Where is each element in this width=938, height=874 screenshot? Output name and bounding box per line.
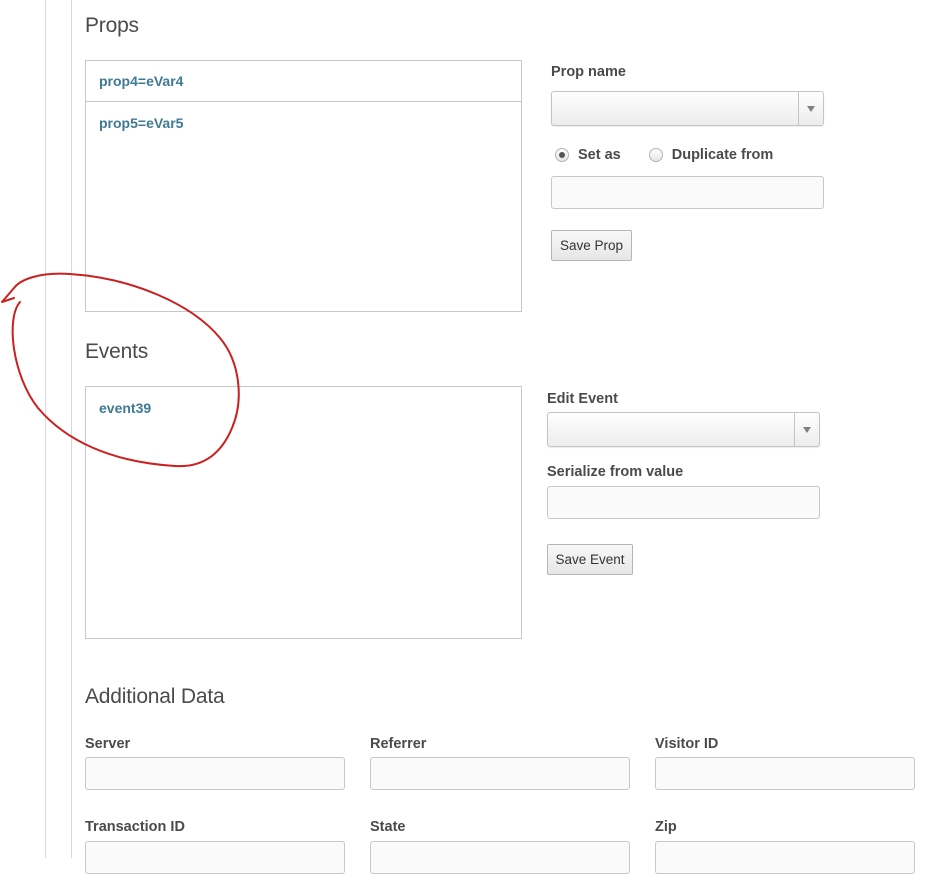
referrer-label: Referrer bbox=[370, 736, 427, 752]
radio-set-as-label: Set as bbox=[578, 147, 621, 163]
chevron-down-icon[interactable] bbox=[794, 413, 819, 446]
radio-duplicate-from-label: Duplicate from bbox=[671, 147, 774, 163]
save-event-button[interactable]: Save Event bbox=[547, 544, 633, 575]
list-item[interactable]: event39 bbox=[86, 387, 521, 429]
zip-label: Zip bbox=[655, 819, 677, 835]
chevron-down-icon[interactable] bbox=[798, 92, 823, 125]
prop-name-label: Prop name bbox=[551, 64, 626, 80]
server-label: Server bbox=[85, 736, 131, 752]
state-label: State bbox=[370, 819, 406, 835]
prop-mode-radio-group: Set as Duplicate from bbox=[555, 147, 773, 163]
edit-event-label: Edit Event bbox=[547, 391, 618, 407]
referrer-input[interactable] bbox=[370, 757, 630, 790]
radio-set-as[interactable]: Set as bbox=[555, 147, 621, 163]
radio-duplicate-from-control[interactable] bbox=[648, 148, 663, 162]
serialize-label: Serialize from value bbox=[547, 464, 684, 480]
radio-set-as-control[interactable] bbox=[555, 148, 569, 162]
list-item[interactable]: prop5=eVar5 bbox=[86, 102, 521, 144]
additional-data-title: Additional Data bbox=[85, 685, 225, 708]
serialize-input[interactable] bbox=[547, 486, 820, 519]
visitor-id-label: Visitor ID bbox=[655, 736, 719, 752]
content-guide-line bbox=[71, 0, 72, 858]
save-prop-button[interactable]: Save Prop bbox=[551, 230, 632, 261]
events-list[interactable]: event39 bbox=[85, 386, 522, 639]
transaction-id-label: Transaction ID bbox=[85, 819, 185, 835]
props-list[interactable]: prop4=eVar4 prop5=eVar5 bbox=[85, 60, 522, 312]
prop-name-select[interactable] bbox=[551, 91, 824, 126]
props-title: Props bbox=[85, 14, 139, 37]
visitor-id-input[interactable] bbox=[655, 757, 915, 790]
server-input[interactable] bbox=[85, 757, 345, 790]
events-title: Events bbox=[85, 340, 148, 363]
list-item[interactable]: prop4=eVar4 bbox=[86, 61, 521, 102]
prop-value-input[interactable] bbox=[551, 176, 824, 209]
left-guide-line bbox=[45, 0, 46, 858]
edit-event-select[interactable] bbox=[547, 412, 820, 447]
radio-duplicate-from[interactable]: Duplicate from bbox=[648, 147, 774, 163]
